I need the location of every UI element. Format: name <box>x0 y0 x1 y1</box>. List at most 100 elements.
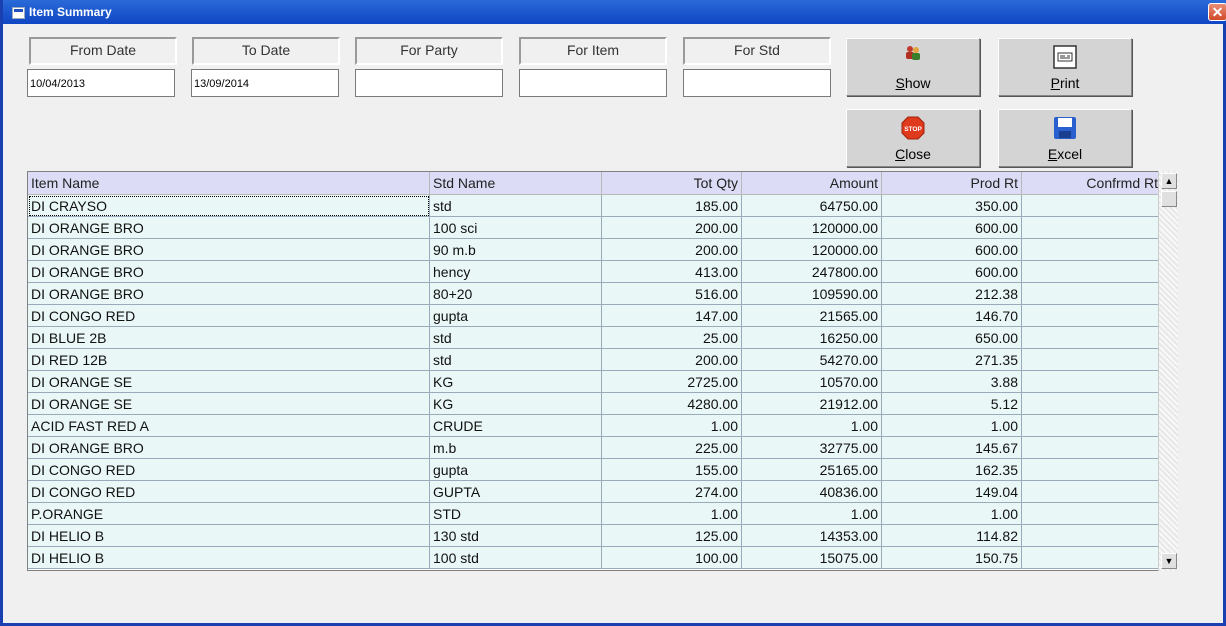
show-button[interactable]: Show <box>846 38 980 96</box>
cell-std-name[interactable]: gupta <box>429 304 602 327</box>
cell-item-name[interactable]: DI ORANGE BRO <box>28 436 430 459</box>
cell-std-name[interactable]: std <box>429 348 602 371</box>
cell-prod-rt[interactable]: 650.00 <box>881 326 1022 349</box>
table-row[interactable]: DI ORANGE SE KG 2725.00 10570.00 3.88 <box>28 370 1162 393</box>
cell-confrmd-rt[interactable] <box>1021 370 1162 393</box>
cell-prod-rt[interactable]: 150.75 <box>881 546 1022 569</box>
cell-confrmd-rt[interactable] <box>1021 348 1162 371</box>
cell-tot-qty[interactable]: 125.00 <box>601 524 742 547</box>
cell-item-name[interactable]: DI ORANGE BRO <box>28 282 430 305</box>
cell-amount[interactable]: 120000.00 <box>741 238 882 261</box>
cell-std-name[interactable]: 100 sci <box>429 216 602 239</box>
cell-std-name[interactable]: STD <box>429 502 602 525</box>
cell-amount[interactable]: 25165.00 <box>741 458 882 481</box>
cell-std-name[interactable]: m.b <box>429 436 602 459</box>
cell-tot-qty[interactable]: 4280.00 <box>601 392 742 415</box>
cell-confrmd-rt[interactable] <box>1021 524 1162 547</box>
window-close-button[interactable]: ✕ <box>1208 3 1226 21</box>
cell-item-name[interactable]: DI ORANGE BRO <box>28 238 430 261</box>
cell-prod-rt[interactable]: 1.00 <box>881 414 1022 437</box>
scroll-down-arrow-icon[interactable]: ▼ <box>1161 553 1177 569</box>
cell-tot-qty[interactable]: 1.00 <box>601 502 742 525</box>
cell-amount[interactable]: 21565.00 <box>741 304 882 327</box>
table-row[interactable]: DI CRAYSO std 185.00 64750.00 350.00 <box>28 194 1162 217</box>
table-row[interactable]: DI RED 12B std 200.00 54270.00 271.35 <box>28 348 1162 371</box>
print-button[interactable]: Print <box>998 38 1132 96</box>
scroll-up-arrow-icon[interactable]: ▲ <box>1161 173 1177 189</box>
for-party-input[interactable] <box>355 69 503 97</box>
cell-item-name[interactable]: DI BLUE 2B <box>28 326 430 349</box>
table-row[interactable]: DI ORANGE BRO m.b 225.00 32775.00 145.67 <box>28 436 1162 459</box>
cell-tot-qty[interactable]: 200.00 <box>601 216 742 239</box>
to-date-input[interactable] <box>191 69 339 97</box>
cell-prod-rt[interactable]: 271.35 <box>881 348 1022 371</box>
cell-confrmd-rt[interactable] <box>1021 304 1162 327</box>
column-header-item-name[interactable]: Item Name <box>28 172 430 195</box>
cell-prod-rt[interactable]: 162.35 <box>881 458 1022 481</box>
table-row[interactable]: DI CONGO RED gupta 155.00 25165.00 162.35 <box>28 458 1162 481</box>
cell-confrmd-rt[interactable] <box>1021 436 1162 459</box>
item-summary-grid[interactable]: Item Name Std Name Tot Qty Amount Prod R… <box>27 171 1178 571</box>
cell-item-name[interactable]: DI CONGO RED <box>28 304 430 327</box>
cell-confrmd-rt[interactable] <box>1021 392 1162 415</box>
cell-confrmd-rt[interactable] <box>1021 414 1162 437</box>
cell-amount[interactable]: 1.00 <box>741 502 882 525</box>
cell-std-name[interactable]: 90 m.b <box>429 238 602 261</box>
cell-prod-rt[interactable]: 114.82 <box>881 524 1022 547</box>
for-std-input[interactable] <box>683 69 831 97</box>
cell-std-name[interactable]: CRUDE <box>429 414 602 437</box>
cell-item-name[interactable]: DI CONGO RED <box>28 480 430 503</box>
cell-tot-qty[interactable]: 413.00 <box>601 260 742 283</box>
cell-amount[interactable]: 64750.00 <box>741 194 882 217</box>
table-row[interactable]: DI HELIO B 130 std 125.00 14353.00 114.82 <box>28 524 1162 547</box>
cell-item-name[interactable]: DI CRAYSO <box>28 194 430 217</box>
cell-amount[interactable]: 16250.00 <box>741 326 882 349</box>
cell-prod-rt[interactable]: 149.04 <box>881 480 1022 503</box>
cell-confrmd-rt[interactable] <box>1021 480 1162 503</box>
cell-prod-rt[interactable]: 146.70 <box>881 304 1022 327</box>
cell-prod-rt[interactable]: 3.88 <box>881 370 1022 393</box>
cell-amount[interactable]: 120000.00 <box>741 216 882 239</box>
column-header-tot-qty[interactable]: Tot Qty <box>601 172 742 195</box>
cell-std-name[interactable]: KG <box>429 392 602 415</box>
cell-item-name[interactable]: P.ORANGE <box>28 502 430 525</box>
cell-tot-qty[interactable]: 200.00 <box>601 348 742 371</box>
cell-confrmd-rt[interactable] <box>1021 546 1162 569</box>
cell-item-name[interactable]: DI ORANGE BRO <box>28 260 430 283</box>
close-button[interactable]: STOP Close <box>846 109 980 167</box>
from-date-input[interactable] <box>27 69 175 97</box>
scroll-thumb[interactable] <box>1161 191 1177 207</box>
cell-prod-rt[interactable]: 600.00 <box>881 216 1022 239</box>
cell-prod-rt[interactable]: 600.00 <box>881 260 1022 283</box>
cell-amount[interactable]: 32775.00 <box>741 436 882 459</box>
cell-prod-rt[interactable]: 1.00 <box>881 502 1022 525</box>
cell-prod-rt[interactable]: 350.00 <box>881 194 1022 217</box>
column-header-amount[interactable]: Amount <box>741 172 882 195</box>
cell-confrmd-rt[interactable] <box>1021 194 1162 217</box>
cell-std-name[interactable]: gupta <box>429 458 602 481</box>
cell-amount[interactable]: 54270.00 <box>741 348 882 371</box>
cell-amount[interactable]: 40836.00 <box>741 480 882 503</box>
column-header-prod-rt[interactable]: Prod Rt <box>881 172 1022 195</box>
cell-std-name[interactable]: KG <box>429 370 602 393</box>
excel-button[interactable]: Excel <box>998 109 1132 167</box>
for-item-input[interactable] <box>519 69 667 97</box>
cell-confrmd-rt[interactable] <box>1021 260 1162 283</box>
table-row[interactable]: DI ORANGE BRO hency 413.00 247800.00 600.00 <box>28 260 1162 283</box>
cell-item-name[interactable]: DI HELIO B <box>28 524 430 547</box>
cell-amount[interactable]: 15075.00 <box>741 546 882 569</box>
column-header-confrmd-rt[interactable]: Confrmd Rt <box>1021 172 1162 195</box>
cell-tot-qty[interactable]: 516.00 <box>601 282 742 305</box>
cell-prod-rt[interactable]: 600.00 <box>881 238 1022 261</box>
column-header-std-name[interactable]: Std Name <box>429 172 602 195</box>
cell-amount[interactable]: 14353.00 <box>741 524 882 547</box>
cell-confrmd-rt[interactable] <box>1021 326 1162 349</box>
cell-confrmd-rt[interactable] <box>1021 282 1162 305</box>
table-row[interactable]: DI BLUE 2B std 25.00 16250.00 650.00 <box>28 326 1162 349</box>
cell-confrmd-rt[interactable] <box>1021 502 1162 525</box>
cell-amount[interactable]: 21912.00 <box>741 392 882 415</box>
cell-tot-qty[interactable]: 100.00 <box>601 546 742 569</box>
cell-confrmd-rt[interactable] <box>1021 458 1162 481</box>
table-row[interactable]: DI CONGO RED GUPTA 274.00 40836.00 149.04 <box>28 480 1162 503</box>
table-row[interactable]: P.ORANGE STD 1.00 1.00 1.00 <box>28 502 1162 525</box>
